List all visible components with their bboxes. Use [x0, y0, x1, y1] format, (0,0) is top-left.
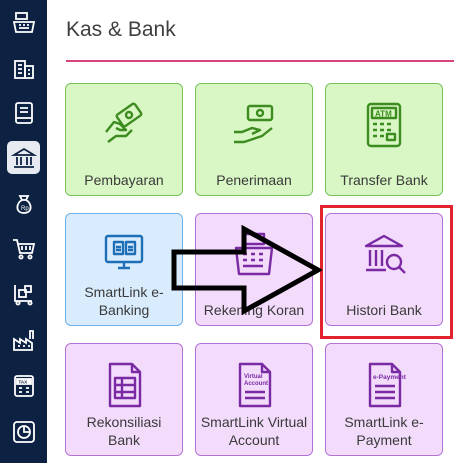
page-title: Kas & Bank	[66, 18, 176, 41]
sidebar-item-bank[interactable]	[7, 141, 40, 174]
virtual-account-icon: Virtual Account	[238, 362, 272, 408]
sidebar-item-money-bag[interactable]: Rp	[7, 187, 40, 220]
svg-text:TAX: TAX	[18, 379, 27, 384]
sidebar-item-factory[interactable]	[7, 324, 40, 357]
sidebar-item-delivery-cart[interactable]	[7, 278, 40, 311]
tile-pembayaran[interactable]: Pembayaran	[65, 83, 183, 196]
tile-label: SmartLink e-Payment	[344, 414, 424, 448]
tile-label: Penerimaan	[216, 172, 292, 188]
tile-transfer-bank[interactable]: ATM Transfer Bank	[325, 83, 443, 196]
sidebar: Rp TAX	[0, 0, 47, 463]
tile-smartlink-virtual-account[interactable]: Virtual Account SmartLink Virtual Accoun…	[195, 343, 313, 456]
tax-icon: TAX	[13, 374, 34, 397]
sidebar-item-pie-chart[interactable]	[7, 415, 40, 448]
shopping-cart-icon	[12, 238, 35, 259]
tile-rekonsiliasi-bank[interactable]: Rekonsiliasi Bank	[65, 343, 183, 456]
tile-penerimaan[interactable]: Penerimaan	[195, 83, 313, 196]
sidebar-item-book[interactable]	[7, 96, 40, 129]
tile-label: SmartLink e-Banking	[84, 284, 164, 318]
delivery-cart-icon	[13, 284, 32, 305]
sidebar-item-cash-register[interactable]	[7, 6, 40, 39]
pie-chart-icon	[12, 420, 35, 443]
svg-text:ATM: ATM	[375, 110, 392, 119]
tile-label: Transfer Bank	[340, 172, 428, 188]
tile-label: Pembayaran	[84, 172, 164, 188]
tile-smartlink-ebanking[interactable]: SmartLink e-Banking	[65, 213, 183, 326]
svg-text:Virtual: Virtual	[244, 374, 263, 380]
svg-text:e-Payment: e-Payment	[373, 374, 407, 381]
money-bag-icon: Rp	[15, 194, 32, 214]
tile-smartlink-epayment[interactable]: e-Payment SmartLink e-Payment	[325, 343, 443, 456]
tile-label: SmartLink Virtual Account	[200, 414, 308, 448]
tile-label: Rekonsiliasi Bank	[86, 414, 162, 448]
svg-text:Account: Account	[244, 381, 268, 387]
highlight-box	[320, 205, 453, 339]
sidebar-item-building[interactable]	[7, 51, 40, 84]
atm-icon: ATM	[366, 102, 402, 148]
sidebar-item-shopping-cart[interactable]	[7, 232, 40, 265]
hand-money-icon	[105, 102, 143, 143]
title-divider	[66, 60, 454, 62]
smartlink-ebanking-icon	[104, 234, 144, 270]
document-icon	[108, 362, 142, 408]
building-icon	[13, 59, 34, 79]
factory-icon	[12, 329, 34, 351]
cash-register-icon	[12, 11, 35, 33]
bank-icon	[10, 147, 37, 168]
sidebar-item-tax[interactable]: TAX	[7, 369, 40, 402]
arrow-icon	[171, 225, 322, 315]
svg-text:Rp: Rp	[21, 206, 29, 212]
book-icon	[14, 101, 33, 124]
epayment-icon: e-Payment	[368, 362, 407, 408]
receive-money-icon	[234, 104, 274, 144]
